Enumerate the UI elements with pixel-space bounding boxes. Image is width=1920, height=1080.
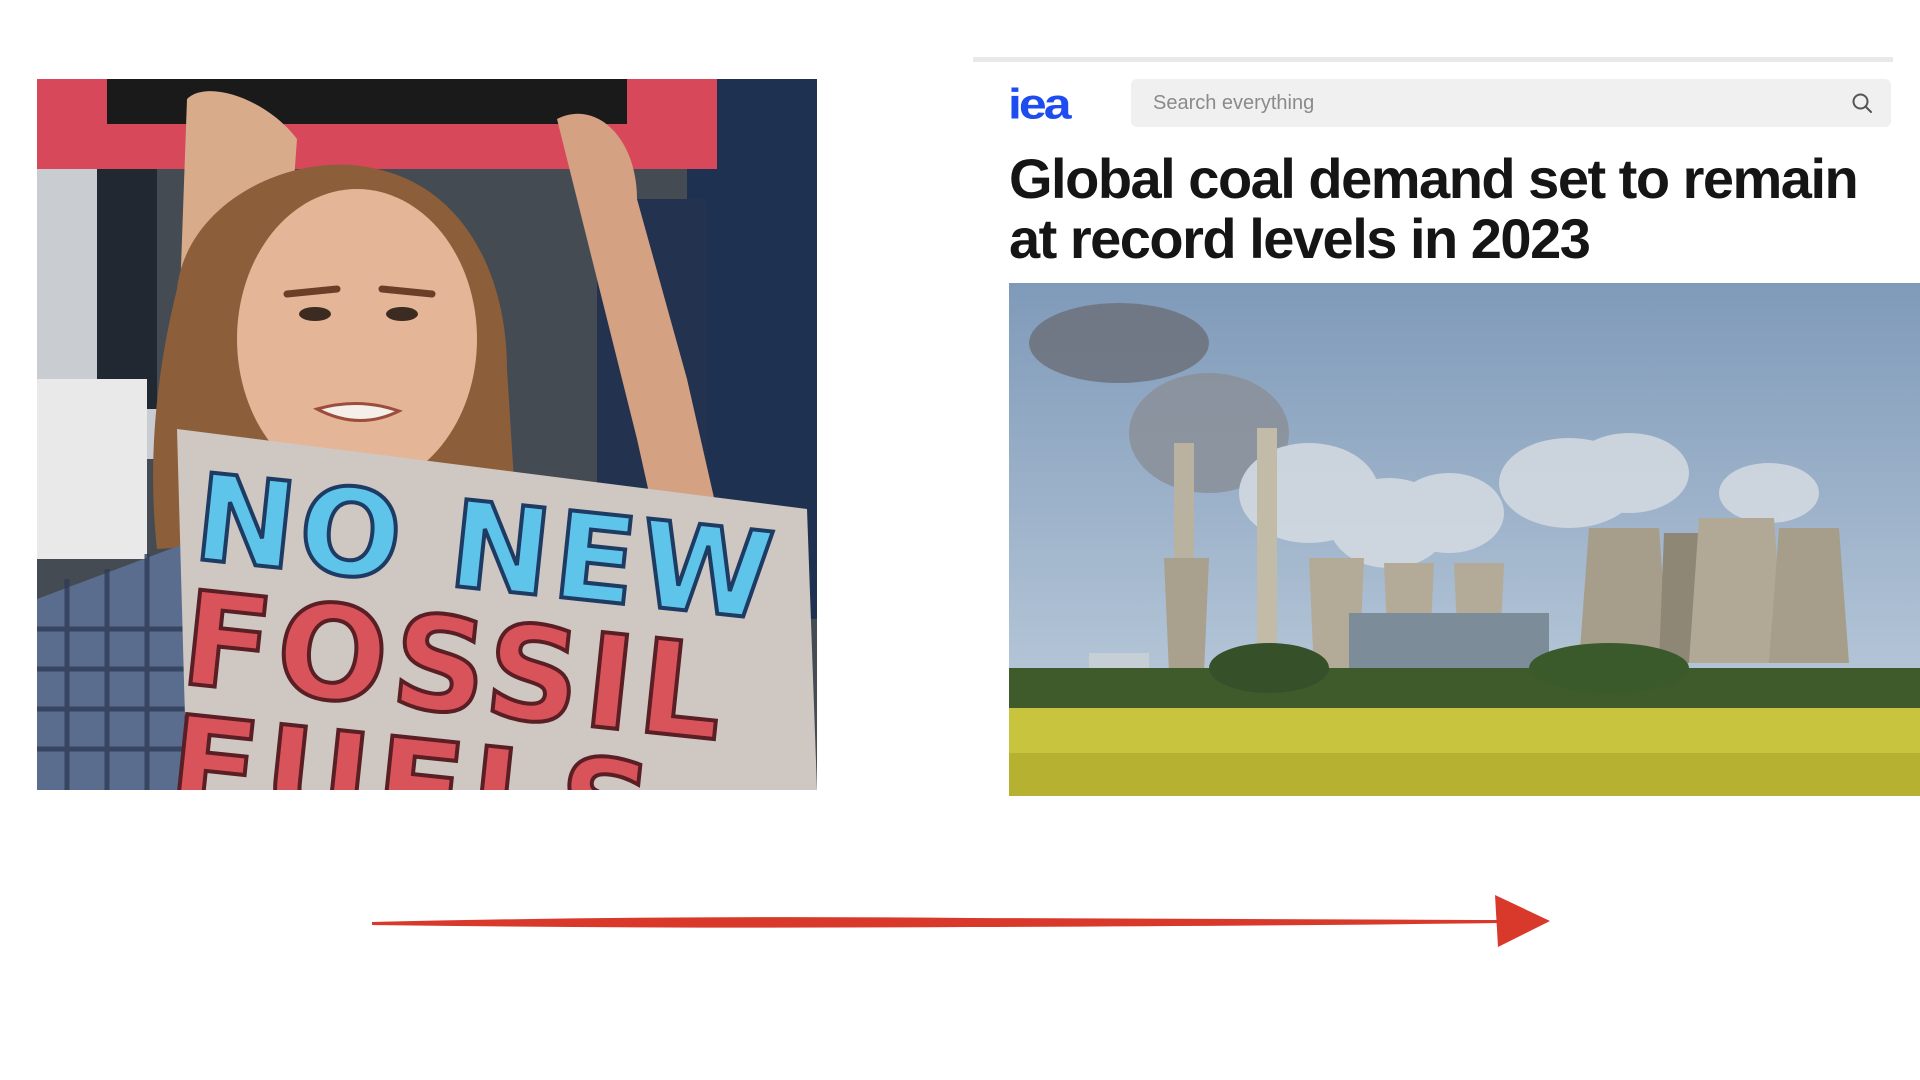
protest-sign: NO NEW FOSSIL FUELS [160, 447, 817, 790]
divider [973, 57, 1893, 62]
search-input[interactable]: Search everything [1153, 79, 1314, 127]
iea-article-panel: iea Search everything Global coal demand… [973, 57, 1920, 797]
protest-photo: NO NEW FOSSIL FUELS [37, 79, 817, 790]
search-icon[interactable] [1851, 92, 1873, 114]
search-bar[interactable]: Search everything [1131, 79, 1891, 127]
arrow-right-icon [372, 895, 1550, 947]
iea-logo[interactable]: iea [1008, 83, 1071, 126]
article-headline[interactable]: Global coal demand set to remain at reco… [1009, 149, 1889, 269]
power-plant-photo [1009, 283, 1920, 796]
